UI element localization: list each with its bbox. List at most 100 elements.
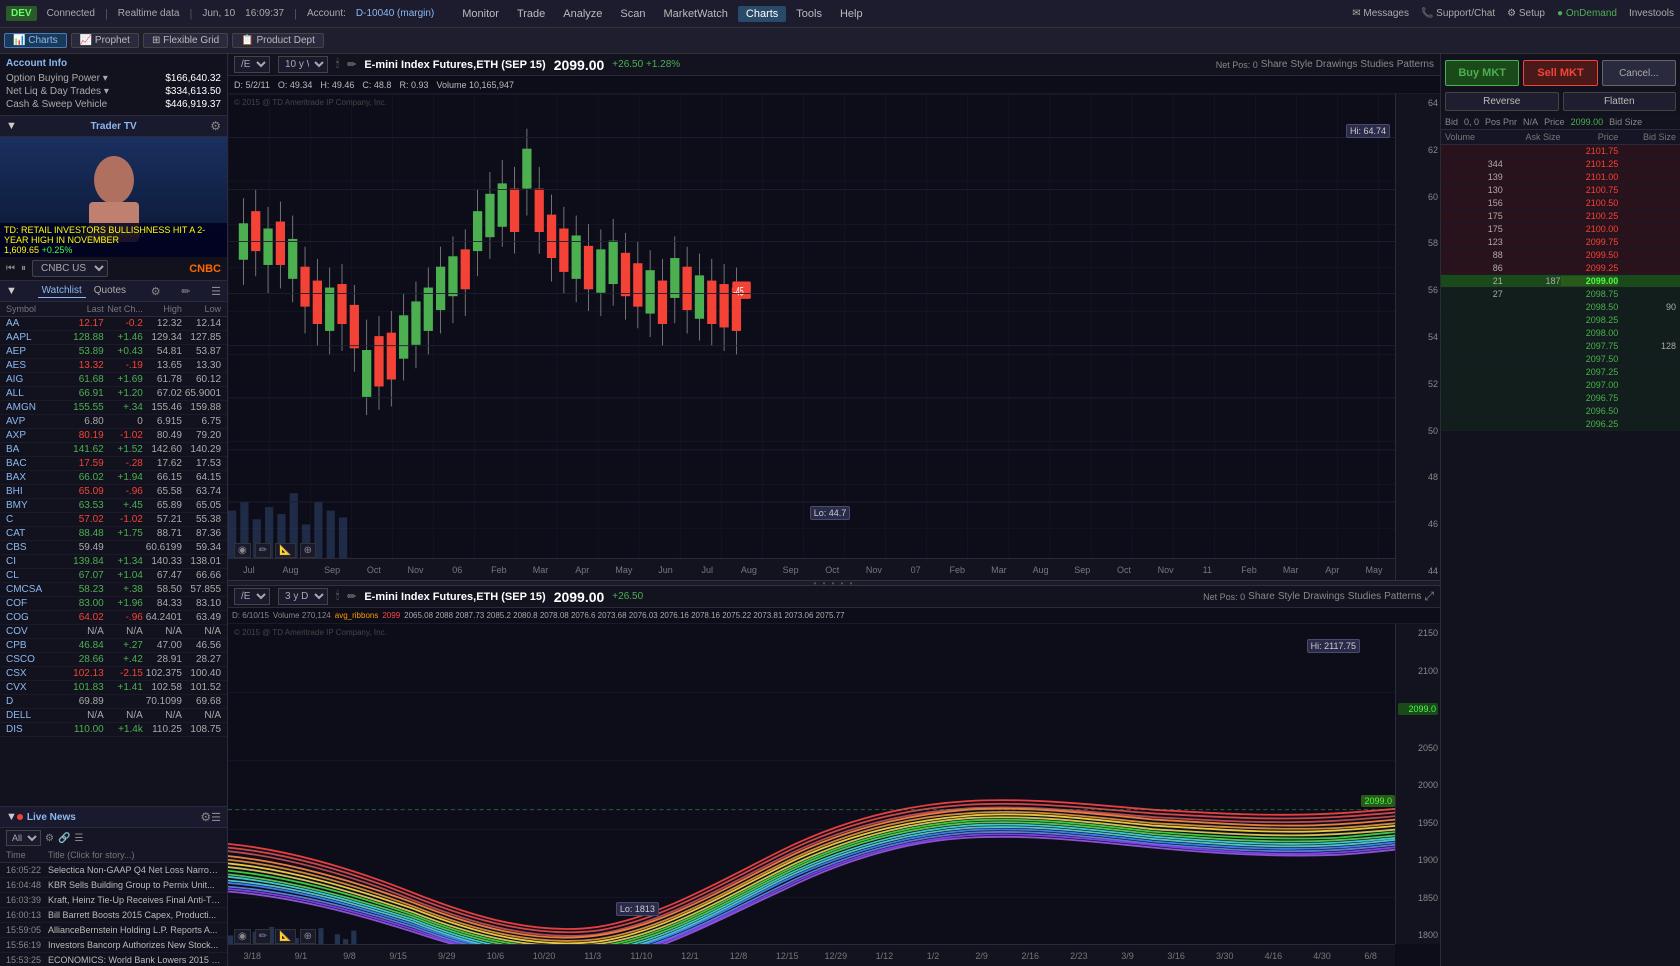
order-row-ask[interactable]: 123 2099.75 (1441, 236, 1680, 249)
order-row-ask[interactable]: 156 2100.50 (1441, 197, 1680, 210)
nav-analyze[interactable]: Analyze (555, 6, 610, 22)
order-row-bid[interactable]: 2097.25 (1441, 366, 1680, 379)
chart-type-icon-bottom[interactable]: 🕯 (336, 590, 339, 603)
news-row[interactable]: 15:53:25 ECONOMICS: World Bank Lowers 20… (0, 953, 227, 966)
nav-tools[interactable]: Tools (788, 6, 830, 22)
order-row-bid[interactable]: 2097.00 (1441, 379, 1680, 392)
order-row-ask[interactable]: 139 2101.00 (1441, 171, 1680, 184)
draw-tool-2[interactable]: ✏ (255, 543, 271, 558)
watchlist-row[interactable]: CSCO 28.66 +.42 28.91 28.27 (0, 653, 227, 667)
order-row-ask[interactable]: 2101.75 (1441, 145, 1680, 158)
nav-charts[interactable]: Charts (738, 6, 786, 22)
nav-marketwatch[interactable]: MarketWatch (656, 6, 736, 22)
order-row-bid[interactable]: 2096.50 (1441, 405, 1680, 418)
support-btn[interactable]: 📞 Support/Chat (1421, 8, 1495, 19)
watchlist-row[interactable]: CSX 102.13 -2.15 102.375 100.40 (0, 667, 227, 681)
reverse-button[interactable]: Reverse (1445, 92, 1559, 111)
draw-tool-1[interactable]: ◉ (234, 543, 251, 558)
watchlist-row[interactable]: BA 141.62 +1.52 142.60 140.29 (0, 443, 227, 457)
watchlist-row[interactable]: BAX 66.02 +1.94 66.15 64.15 (0, 471, 227, 485)
patterns-btn-top[interactable]: Patterns (1397, 59, 1434, 70)
ondemand-btn[interactable]: ● OnDemand (1557, 8, 1617, 19)
setup-btn[interactable]: ⚙ Setup (1507, 8, 1545, 19)
wl-settings-icon[interactable]: ⚙ (151, 285, 161, 298)
watchlist-row[interactable]: AAPL 128.88 +1.46 129.34 127.85 (0, 331, 227, 345)
news-row[interactable]: 16:03:39 Kraft, Heinz Tie-Up Receives Fi… (0, 893, 227, 908)
product-dept-button[interactable]: 📋 Product Dept (232, 33, 324, 48)
share-btn-top[interactable]: Share (1261, 59, 1288, 70)
charts-button[interactable]: 📊 Charts (4, 33, 67, 48)
news-link-btn[interactable]: 🔗 (58, 833, 70, 844)
drawings-btn-bottom[interactable]: Drawings (1303, 591, 1345, 602)
watchlist-row[interactable]: AES 13.32 -.19 13.65 13.30 (0, 359, 227, 373)
news-row[interactable]: 15:59:05 AllianceBernstein Holding L.P. … (0, 923, 227, 938)
watchlist-row[interactable]: DELL N/A N/A N/A N/A (0, 709, 227, 723)
watchlist-row[interactable]: AVP 6.80 0 6.915 6.75 (0, 415, 227, 429)
watchlist-row[interactable]: CL 67.07 +1.04 67.47 66.66 (0, 569, 227, 583)
watchlist-row[interactable]: CI 139.84 +1.34 140.33 138.01 (0, 555, 227, 569)
news-menu-btn[interactable]: ☰ (74, 833, 83, 844)
watchlist-row[interactable]: AA 12.17 -0.2 12.32 12.14 (0, 317, 227, 331)
trader-tv-header[interactable]: ▼ Trader TV ⚙ (0, 116, 227, 137)
watchlist-row[interactable]: CMCSA 58.23 +.38 58.50 57.855 (0, 583, 227, 597)
draw-tool-b4[interactable]: ⊕ (300, 929, 316, 944)
tv-pause-btn[interactable]: ⏸ (21, 263, 26, 274)
watchlist-row[interactable]: CBS 59.49 60.6199 59.34 (0, 541, 227, 555)
watchlist-row[interactable]: DIS 110.00 +1.4k 110.25 108.75 (0, 723, 227, 737)
cancel-button[interactable]: Cancel... (1602, 60, 1676, 86)
news-settings-icon[interactable]: ⚙ (200, 810, 211, 824)
flatten-button[interactable]: Flatten (1563, 92, 1677, 111)
prophet-button[interactable]: 📈 Prophet (71, 33, 139, 48)
nav-monitor[interactable]: Monitor (454, 6, 507, 22)
chart-body-top[interactable]: © 2015 @ TD Ameritrade IP Company, Inc. … (228, 94, 1440, 580)
news-row[interactable]: 15:56:19 Investors Bancorp Authorizes Ne… (0, 938, 227, 953)
watchlist-row[interactable]: COV N/A N/A N/A N/A (0, 625, 227, 639)
wl-edit-icon[interactable]: ✏ (181, 285, 190, 298)
nav-scan[interactable]: Scan (612, 6, 653, 22)
watchlist-row[interactable]: CPB 46.84 +.27 47.00 46.56 (0, 639, 227, 653)
watchlist-row[interactable]: COG 64.02 -.96 64.2401 63.49 (0, 611, 227, 625)
share-btn-bottom[interactable]: Share (1248, 591, 1275, 602)
trader-tv-settings-icon[interactable]: ⚙ (210, 119, 221, 133)
nav-trade[interactable]: Trade (509, 6, 553, 22)
tab-quotes[interactable]: Quotes (90, 284, 130, 298)
draw-tool-b1[interactable]: ◉ (234, 929, 251, 944)
order-row-ask[interactable]: 130 2100.75 (1441, 184, 1680, 197)
order-row-current[interactable]: 21 187 2099.00 (1441, 275, 1680, 288)
order-row-ask[interactable]: 175 2100.00 (1441, 223, 1680, 236)
wl-menu-icon[interactable]: ☰ (211, 285, 221, 298)
nav-help[interactable]: Help (832, 6, 871, 22)
order-row-ask[interactable]: 86 2099.25 (1441, 262, 1680, 275)
order-row-ask[interactable]: 175 2100.25 (1441, 210, 1680, 223)
watchlist-row[interactable]: CVX 101.83 +1.41 102.58 101.52 (0, 681, 227, 695)
news-row[interactable]: 16:00:13 Bill Barrett Boosts 2015 Capex,… (0, 908, 227, 923)
news-row[interactable]: 16:05:22 Selectica Non-GAAP Q4 Net Loss … (0, 863, 227, 878)
news-row[interactable]: 16:04:48 KBR Sells Building Group to Per… (0, 878, 227, 893)
tv-play-btn[interactable]: ⏮ (6, 263, 15, 274)
draw-tool-4[interactable]: ⊕ (300, 543, 316, 558)
draw-tool-3[interactable]: 📐 (275, 543, 295, 558)
chart-type-icon-top[interactable]: 🕯 (336, 58, 339, 71)
watchlist-row[interactable]: AIG 61.68 +1.69 61.78 60.12 (0, 373, 227, 387)
timeframe-selector-top[interactable]: 10 y W (278, 56, 328, 73)
watchlist-row[interactable]: AMGN 155.55 +.34 155.46 159.88 (0, 401, 227, 415)
draw-tool-b2[interactable]: ✏ (255, 929, 271, 944)
order-row-ask[interactable]: 88 2099.50 (1441, 249, 1680, 262)
watchlist-row[interactable]: CAT 88.48 +1.75 88.71 87.36 (0, 527, 227, 541)
order-row-bid[interactable]: 2097.50 (1441, 353, 1680, 366)
draw-tool-b3[interactable]: 📐 (275, 929, 295, 944)
symbol-selector-top[interactable]: /E (234, 56, 270, 73)
tv-channel-select[interactable]: CNBC US (32, 260, 108, 277)
buy-mkt-button[interactable]: Buy MKT (1445, 60, 1519, 86)
watchlist-row[interactable]: AEP 53.89 +0.43 54.81 53.87 (0, 345, 227, 359)
patterns-btn-bottom[interactable]: Patterns (1384, 591, 1421, 602)
watchlist-row[interactable]: D 69.89 70.1099 69.68 (0, 695, 227, 709)
watchlist-row[interactable]: COF 83.00 +1.96 84.33 83.10 (0, 597, 227, 611)
drawing-tool-top[interactable]: ✏ (347, 58, 356, 71)
studies-btn-top[interactable]: Studies (1360, 59, 1393, 70)
watchlist-row[interactable]: AXP 80.19 -1.02 80.49 79.20 (0, 429, 227, 443)
style-btn-top[interactable]: Style (1290, 59, 1312, 70)
watchlist-row[interactable]: BMY 63.53 +.45 65.89 65.05 (0, 499, 227, 513)
order-row-bid[interactable]: 2096.75 (1441, 392, 1680, 405)
chart-body-bottom[interactable]: © 2015 @ TD Ameritrade IP Company, Inc. … (228, 624, 1440, 966)
